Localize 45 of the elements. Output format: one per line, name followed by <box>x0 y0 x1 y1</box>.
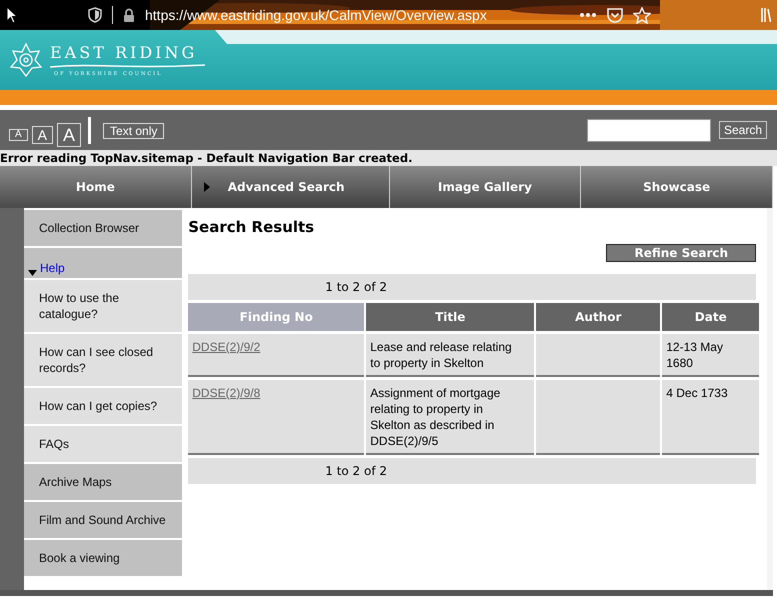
nav-tab[interactable]: Advanced Search <box>192 166 390 208</box>
text-size-button[interactable]: A <box>32 126 54 144</box>
refine-search-button[interactable]: Refine Search <box>606 244 756 262</box>
sidebar-item[interactable]: Book a viewing <box>24 540 182 576</box>
shield-icon[interactable] <box>88 7 102 23</box>
table-cell: Lease and release relating to property in Skelton <box>366 334 534 377</box>
wave-line-icon <box>50 63 205 69</box>
sidebar-item[interactable]: Archive Maps <box>24 464 182 500</box>
table-cell: Assignment of mortgage relating to property in Skelton as described in DDSE(2)/9/5 <box>366 380 534 455</box>
arrow-right-icon <box>204 182 210 192</box>
column-header[interactable]: Date <box>662 303 760 331</box>
results-count: 1 to 2 of 2 <box>188 274 756 300</box>
sidebar-item[interactable]: How can I get copies? <box>24 388 182 424</box>
star-icon[interactable] <box>633 6 651 24</box>
sidebar-heading[interactable]: Help <box>24 248 182 278</box>
sidebar-item[interactable]: Film and Sound Archive <box>24 502 182 538</box>
column-header[interactable]: Title <box>366 303 534 331</box>
more-icon[interactable] <box>579 12 597 18</box>
nav-tab[interactable]: Showcase <box>581 166 773 208</box>
search-field[interactable] <box>586 118 711 142</box>
column-header[interactable]: Author <box>536 303 660 331</box>
table-cell: 12-13 May 1680 <box>662 334 760 377</box>
finding-no-link[interactable]: DDSE(2)/9/8 <box>192 386 260 400</box>
rose-emblem-icon <box>8 42 44 78</box>
pocket-icon[interactable] <box>607 8 623 22</box>
cursor-icon <box>6 6 18 24</box>
error-message: Error reading TopNav.sitemap - Default Navigation Bar created. <box>0 150 777 166</box>
search-button[interactable]: Search <box>718 121 767 139</box>
text-size-button[interactable]: A <box>9 129 28 141</box>
sidebar-item[interactable]: FAQs <box>24 426 182 462</box>
sidebar-item[interactable]: How to use the catalogue? <box>24 280 182 332</box>
finding-no-link[interactable]: DDSE(2)/9/2 <box>192 340 260 354</box>
results-count: 1 to 2 of 2 <box>188 458 756 484</box>
sidebar-item[interactable]: How can I see closed records? <box>24 334 182 386</box>
text-size-button[interactable]: A <box>57 123 82 147</box>
nav-tab[interactable]: Image Gallery <box>390 166 582 208</box>
page-heading: Search Results <box>188 218 316 236</box>
logo-title: EAST RIDING <box>50 43 198 63</box>
text-only-button[interactable]: Text only <box>103 123 164 139</box>
sidebar-item[interactable]: Collection Browser <box>24 210 182 246</box>
table-cell: 4 Dec 1733 <box>662 380 760 455</box>
library-icon[interactable] <box>761 7 771 23</box>
help-label: Help <box>40 260 65 276</box>
lock-icon[interactable] <box>123 8 135 22</box>
nav-tab[interactable]: Home <box>0 166 192 208</box>
